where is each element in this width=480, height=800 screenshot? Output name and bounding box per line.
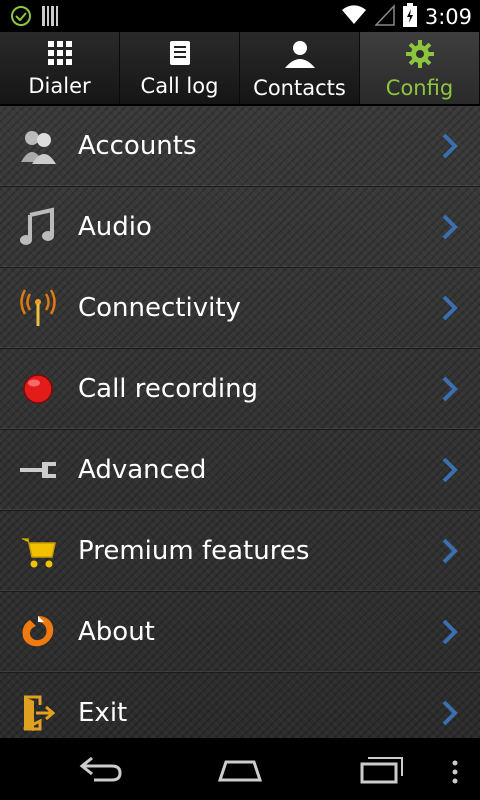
- menu-item-label: Accounts: [78, 131, 197, 161]
- battery-icon: [402, 3, 417, 31]
- wrench-icon: [18, 450, 58, 490]
- check-circle-icon: [10, 5, 32, 31]
- dialpad-icon: [47, 40, 73, 70]
- menu-item-label: Connectivity: [78, 293, 241, 323]
- chevron-right-icon: [438, 131, 462, 161]
- antenna-icon: [18, 288, 58, 328]
- signal-icon: [374, 4, 395, 30]
- chevron-right-icon: [438, 374, 462, 404]
- barcode-icon: [42, 6, 60, 30]
- chevron-right-icon: [438, 212, 462, 242]
- menu-item-about[interactable]: About: [0, 592, 480, 673]
- music-note-icon: [18, 207, 58, 247]
- tab-call-log[interactable]: Call log: [120, 32, 240, 104]
- menu-item-accounts[interactable]: Accounts: [0, 106, 480, 187]
- menu-item-advanced[interactable]: Advanced: [0, 430, 480, 511]
- menu-item-premium-features[interactable]: Premium features: [0, 511, 480, 592]
- cart-icon: [18, 531, 58, 571]
- menu-item-label: Premium features: [78, 536, 310, 566]
- navigation-bar: [0, 738, 480, 800]
- chevron-right-icon: [438, 698, 462, 728]
- about-icon: [18, 612, 58, 652]
- call-log-icon: [169, 40, 191, 70]
- chevron-right-icon: [438, 455, 462, 485]
- menu-item-label: Advanced: [78, 455, 207, 485]
- tab-bar: Dialer Call log Contacts Config: [0, 32, 480, 106]
- tab-label: Call log: [140, 74, 219, 98]
- tab-label: Config: [385, 76, 454, 100]
- chevron-right-icon: [438, 617, 462, 647]
- menu-item-call-recording[interactable]: Call recording: [0, 349, 480, 430]
- tab-contacts[interactable]: Contacts: [240, 32, 360, 104]
- tab-label: Dialer: [28, 74, 91, 98]
- overflow-menu-icon[interactable]: [450, 760, 460, 790]
- contact-icon: [283, 40, 317, 72]
- menu-item-label: About: [78, 617, 155, 647]
- exit-icon: [18, 693, 58, 733]
- accounts-icon: [18, 126, 58, 166]
- home-icon[interactable]: [216, 752, 264, 790]
- recents-icon[interactable]: [358, 752, 404, 790]
- chevron-right-icon: [438, 293, 462, 323]
- tab-config[interactable]: Config: [360, 32, 480, 104]
- clock: 3:09: [424, 5, 472, 29]
- menu-item-connectivity[interactable]: Connectivity: [0, 268, 480, 349]
- chevron-right-icon: [438, 536, 462, 566]
- record-icon: [18, 369, 58, 409]
- tab-dialer[interactable]: Dialer: [0, 32, 120, 104]
- config-menu: Accounts Audio Connectivity Call recordi…: [0, 106, 480, 738]
- menu-item-label: Call recording: [78, 374, 259, 404]
- menu-item-label: Audio: [78, 212, 152, 242]
- status-bar: 3:09: [0, 0, 480, 32]
- wifi-icon: [341, 4, 367, 30]
- back-icon[interactable]: [78, 752, 122, 790]
- menu-item-label: Exit: [78, 698, 128, 728]
- tab-label: Contacts: [253, 76, 346, 100]
- menu-item-exit[interactable]: Exit: [0, 673, 480, 738]
- menu-item-audio[interactable]: Audio: [0, 187, 480, 268]
- gear-icon: [405, 40, 434, 72]
